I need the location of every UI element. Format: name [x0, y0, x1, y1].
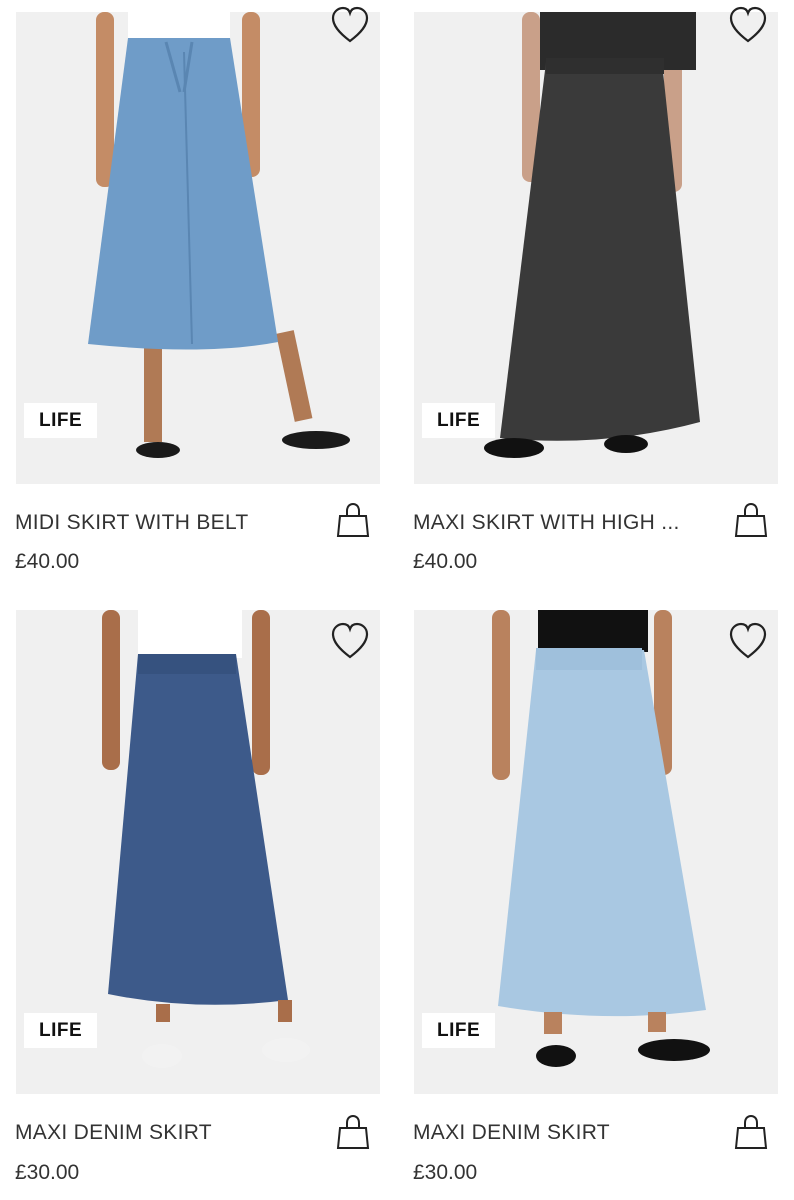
product-price: £40.00 — [15, 550, 80, 573]
product-title[interactable]: MAXI DENIM SKIRT — [413, 1121, 713, 1145]
product-image[interactable]: LIFE — [16, 610, 380, 1094]
product-image[interactable]: LIFE — [16, 12, 380, 484]
product-title[interactable]: MAXI DENIM SKIRT — [15, 1121, 315, 1145]
shopping-bag-icon[interactable] — [734, 1114, 768, 1150]
product-price: £30.00 — [15, 1161, 80, 1184]
heart-icon[interactable] — [728, 622, 768, 662]
product-badge: LIFE — [24, 1013, 98, 1048]
product-image[interactable]: LIFE — [414, 12, 778, 484]
shopping-bag-icon[interactable] — [734, 502, 768, 538]
product-badge: LIFE — [422, 1013, 496, 1048]
heart-icon[interactable] — [330, 6, 370, 46]
heart-icon[interactable] — [728, 6, 768, 46]
heart-icon[interactable] — [330, 622, 370, 662]
product-badge: LIFE — [24, 403, 98, 438]
product-price: £30.00 — [413, 1161, 478, 1184]
product-grid: LIFE MIDI SKIRT WITH BELT £40.00 LIFE MA… — [0, 0, 794, 1200]
shopping-bag-icon[interactable] — [336, 502, 370, 538]
product-image[interactable]: LIFE — [414, 610, 778, 1094]
shopping-bag-icon[interactable] — [336, 1114, 370, 1150]
product-title[interactable]: MAXI SKIRT WITH HIGH ... — [413, 511, 713, 535]
product-price: £40.00 — [413, 550, 478, 573]
product-title[interactable]: MIDI SKIRT WITH BELT — [15, 511, 315, 535]
product-badge: LIFE — [422, 403, 496, 438]
